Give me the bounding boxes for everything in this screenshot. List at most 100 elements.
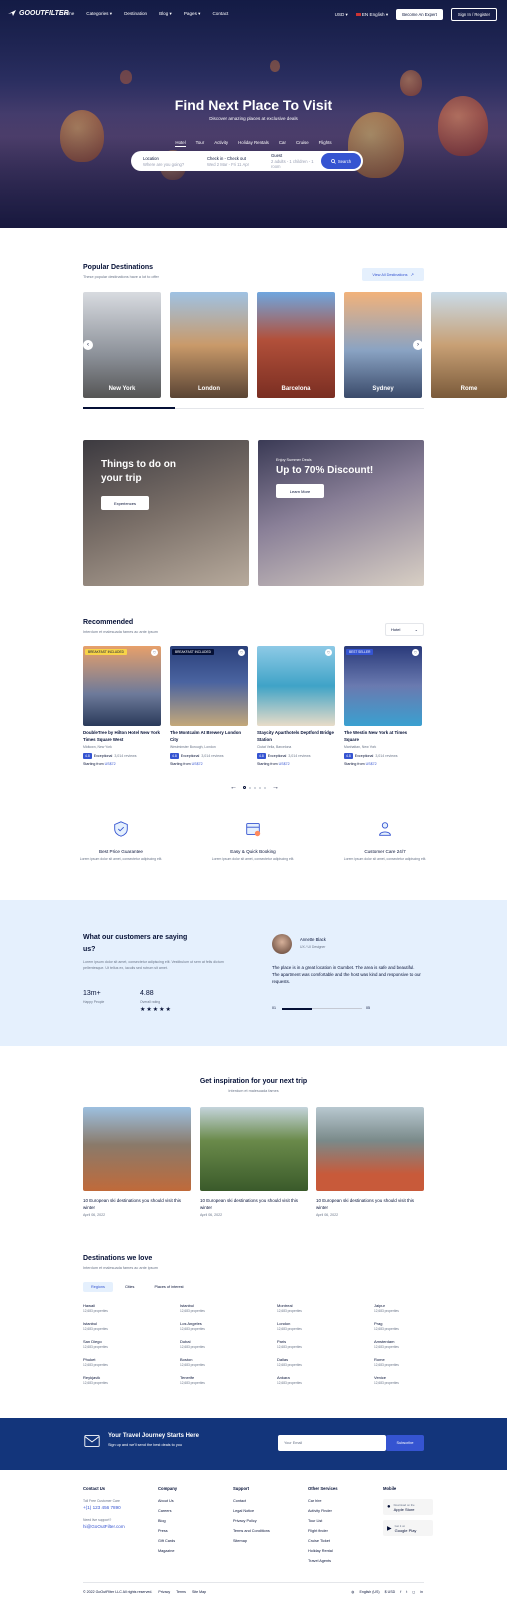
tab-flights[interactable]: Flights xyxy=(319,140,332,147)
footer-support: Support Contact Legal Notice Privacy Pol… xyxy=(233,1486,270,1543)
sitemap-link[interactable]: Site Map xyxy=(192,1590,206,1594)
dest-card-rome[interactable]: Rome xyxy=(431,292,507,398)
facebook-icon[interactable]: f xyxy=(400,1590,401,1594)
nav-contact[interactable]: Contact xyxy=(212,11,228,17)
hotel-title: Staycity Aparthotels Deptford Bridge Sta… xyxy=(257,730,334,742)
testimonials-title: What our customers are saying us? xyxy=(83,934,188,953)
subscribe-button[interactable]: Subscribe xyxy=(386,1435,424,1451)
hotel-card[interactable]: BREAKFAST INCLUDED ♡ The Montcalm At Bre… xyxy=(170,646,248,766)
carousel-prev-button[interactable]: ‹ xyxy=(83,340,93,350)
reviewer-role: UX / UI Designer xyxy=(300,945,326,949)
customer-care-icon xyxy=(379,822,391,836)
hotel-price: Starting from US$72 xyxy=(257,762,290,766)
heart-icon[interactable]: ♡ xyxy=(325,649,332,656)
nav-home[interactable]: Home xyxy=(62,11,74,17)
phone-link[interactable]: +(1) 123 456 7890 xyxy=(83,1505,125,1510)
learn-more-button[interactable]: Learn More xyxy=(276,484,324,498)
nav-categories[interactable]: Categories ▾ xyxy=(86,11,112,17)
destlove-tabs: Regions Cities Places of interest xyxy=(83,1282,192,1292)
blog-image xyxy=(316,1107,424,1191)
popular-subtitle: These popular destinations have a lot to… xyxy=(83,275,159,279)
tab-cities[interactable]: Cities xyxy=(117,1282,143,1292)
heart-icon[interactable]: ♡ xyxy=(412,649,419,656)
footer-language[interactable]: English (US) xyxy=(359,1590,379,1594)
footer-currency[interactable]: $ USD xyxy=(385,1590,396,1594)
blog-card[interactable]: 10 European ski destinations you should … xyxy=(83,1107,191,1217)
guest-field[interactable]: Guest 2 adults - 1 children - 1 room xyxy=(259,153,323,169)
tab-tour[interactable]: Tour xyxy=(196,140,205,147)
dest-column: Hawaii 12,683 properties Istanbul 12,683 p… xyxy=(83,1303,108,1385)
email-link[interactable]: hi@GoOutFilter.com xyxy=(83,1524,125,1529)
footer-services: Other Services Car hire Activity Finder … xyxy=(308,1486,338,1563)
dest-card-london[interactable]: London xyxy=(170,292,248,398)
dates-field[interactable]: Check in - Check out Wed 2 Mar - Fri 11 … xyxy=(195,156,259,167)
location-field[interactable]: Location Where are you going? xyxy=(131,156,195,167)
dest-card-new-york[interactable]: New York xyxy=(83,292,161,398)
heart-icon[interactable]: ♡ xyxy=(151,649,158,656)
heart-icon[interactable]: ♡ xyxy=(238,649,245,656)
tab-car[interactable]: Car xyxy=(279,140,286,147)
dest-card-barcelona[interactable]: Barcelona xyxy=(257,292,335,398)
destlove-subtitle: Interdum et malesuada fames ac ante ipsu… xyxy=(83,1266,158,1270)
view-all-destinations-button[interactable]: View All Destinations ↗ xyxy=(362,268,424,281)
rating-stars: ★★★★★ xyxy=(140,1007,172,1013)
carousel-next-button[interactable]: › xyxy=(413,340,423,350)
logo[interactable]: GOOUTFILTER xyxy=(7,8,69,18)
terms-link[interactable]: Terms xyxy=(176,1590,186,1594)
dest-card-sydney[interactable]: Sydney xyxy=(344,292,422,398)
testimonials-section: What our customers are saying us? Lorem … xyxy=(0,900,507,1046)
nav-destination[interactable]: Destination xyxy=(124,11,147,17)
instagram-icon[interactable]: ◻ xyxy=(412,1590,415,1594)
nav-blog[interactable]: Blog ▾ xyxy=(159,11,172,17)
tab-cruise[interactable]: Cruise xyxy=(296,140,309,147)
hotel-badge: BREAKFAST INCLUDED xyxy=(85,649,127,655)
search-button[interactable]: Search xyxy=(321,153,361,169)
tab-places-of-interest[interactable]: Places of interest xyxy=(146,1282,191,1292)
language-select[interactable]: EN English ▾ xyxy=(355,12,388,18)
apple-icon: ● xyxy=(387,1504,391,1510)
currency-select[interactable]: USD ▾ xyxy=(335,12,348,18)
flag-icon xyxy=(355,12,361,16)
hotel-card[interactable]: ♡ Staycity Aparthotels Deptford Bridge S… xyxy=(257,646,335,766)
blog-card[interactable]: 10 European ski destinations you should … xyxy=(200,1107,308,1217)
hotel-location: Manhattan, New York xyxy=(344,745,377,749)
footer-bottom: © 2022 GoOutFilter LLC All rights reserv… xyxy=(83,1590,423,1594)
tab-hotel[interactable]: Hotel xyxy=(175,140,186,147)
blog-date: April 06, 2022 xyxy=(316,1213,339,1217)
signin-button[interactable]: Sign In / Register xyxy=(450,8,497,21)
promo-things-to-do: Things to do on your trip Experiences xyxy=(83,440,249,586)
inspiration-title: Get inspiration for your next trip xyxy=(199,1078,308,1085)
hotel-card[interactable]: BEST SELLER ♡ The Westin New York at Tim… xyxy=(344,646,422,766)
hotel-price: Starting from US$72 xyxy=(170,762,203,766)
category-select[interactable]: Hotel ⌄ xyxy=(385,623,424,636)
blog-card[interactable]: 10 European ski destinations you should … xyxy=(316,1107,424,1217)
testimonial-quote: The place is in a great location in Gumb… xyxy=(272,965,421,984)
tab-holiday-rentals[interactable]: Holiday Rentals xyxy=(238,140,269,147)
top-nav: GOOUTFILTER Home Categories ▾ Destinatio… xyxy=(0,8,507,22)
arrow-left-icon[interactable]: ← xyxy=(230,784,237,791)
experiences-button[interactable]: Experiences xyxy=(101,496,149,510)
calendar-icon xyxy=(246,823,261,837)
tab-activity[interactable]: Activity xyxy=(214,140,228,147)
arrow-right-icon[interactable]: → xyxy=(272,784,279,791)
footer-mobile: Mobile ● Download on the Apple Store ▶ Ge… xyxy=(383,1486,433,1536)
plane-icon xyxy=(8,10,16,16)
google-play-button[interactable]: ▶ Get it on Google Play xyxy=(383,1520,433,1536)
hero-subtitle: Discover amazing places at exclusive dea… xyxy=(209,116,298,121)
newsletter-email-input[interactable]: Your Email xyxy=(278,1435,386,1451)
tab-regions[interactable]: Regions xyxy=(83,1282,113,1292)
linkedin-icon[interactable]: in xyxy=(420,1590,423,1594)
apple-store-button[interactable]: ● Download on the Apple Store xyxy=(383,1499,433,1515)
slider-progress xyxy=(282,1007,312,1010)
copyright: © 2022 GoOutFilter LLC All rights reserv… xyxy=(83,1590,153,1594)
privacy-link[interactable]: Privacy xyxy=(158,1590,170,1594)
nav-right: USD ▾ EN English ▾ Become An Expert Sign… xyxy=(335,8,497,21)
become-expert-button[interactable]: Become An Expert xyxy=(396,9,443,20)
hotel-rating: 4.8 Exceptional 3,014 reviews xyxy=(83,753,137,759)
dest-column: Istanbul 12,683 properties Los Angeles 12,… xyxy=(180,1303,205,1385)
feature-easy-booking: Easy & Quick Booking Lorem ipsum dolor s… xyxy=(198,820,308,862)
overall-rating-value: 4.88 xyxy=(140,990,154,997)
hotel-card[interactable]: BREAKFAST INCLUDED ♡ DoubleTree by Hilto… xyxy=(83,646,161,766)
nav-pages[interactable]: Pages ▾ xyxy=(184,11,201,17)
twitter-icon[interactable]: t xyxy=(406,1590,407,1594)
